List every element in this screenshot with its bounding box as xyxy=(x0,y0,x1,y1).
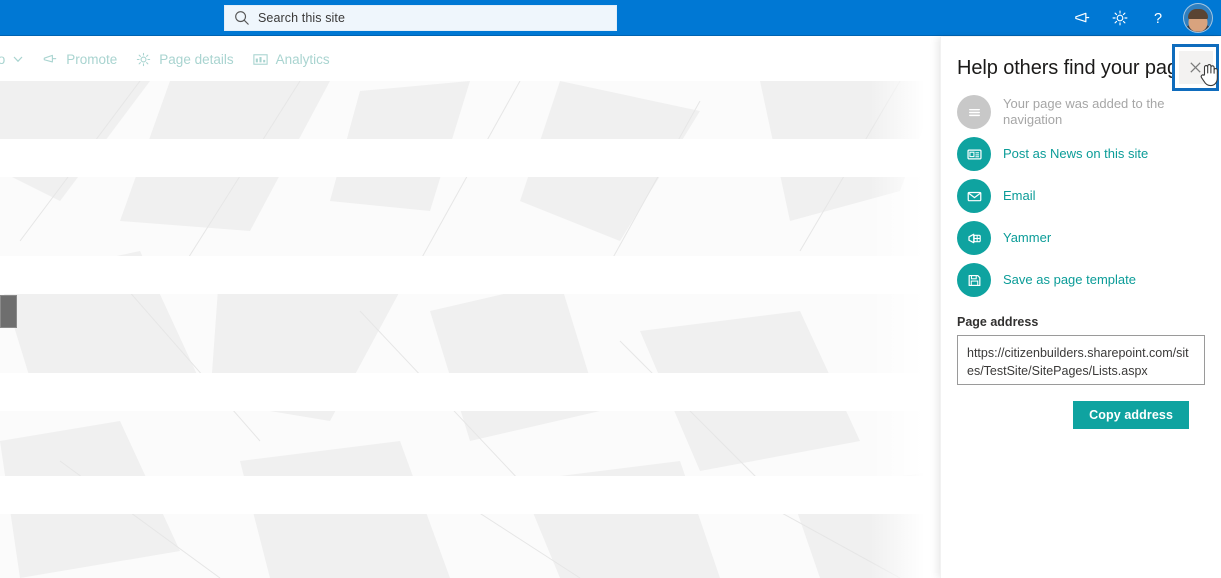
avatar-hair xyxy=(1188,9,1208,20)
share-option-yammer[interactable]: Yammer xyxy=(957,217,1205,259)
share-option-email[interactable]: Email xyxy=(957,175,1205,217)
hamburger-icon xyxy=(957,95,991,129)
share-option-post-as-news-label: Post as News on this site xyxy=(1003,146,1149,161)
svg-text:?: ? xyxy=(1154,11,1162,27)
command-move-to-label: to xyxy=(0,51,6,67)
page-address-field[interactable]: https://citizenbuilders.sharepoint.com/s… xyxy=(957,335,1205,385)
share-options-list: Your page was added to the navigation Po… xyxy=(941,91,1221,301)
share-option-post-as-news[interactable]: Post as News on this site xyxy=(957,133,1205,175)
suite-actions: ? xyxy=(1063,0,1217,36)
web-part-chip-top[interactable] xyxy=(0,295,17,328)
copy-address-button[interactable]: Copy address xyxy=(1073,401,1189,429)
command-analytics[interactable]: Analytics xyxy=(243,37,339,81)
search-placeholder: Search this site xyxy=(258,11,346,25)
help-others-find-your-page-panel: Help others find your page Your page was… xyxy=(940,37,1221,578)
gear-icon[interactable] xyxy=(1101,0,1139,36)
panel-title: Help others find your page xyxy=(957,57,1189,79)
search-input[interactable]: Search this site xyxy=(224,5,617,31)
content-band xyxy=(0,476,940,514)
news-icon xyxy=(957,137,991,171)
suite-bar: Search this site ? xyxy=(0,0,1221,36)
avatar[interactable] xyxy=(1183,3,1213,33)
command-promote[interactable]: Promote xyxy=(33,37,126,81)
close-icon xyxy=(1188,60,1203,75)
share-option-save-as-template[interactable]: Save as page template xyxy=(957,259,1205,301)
command-move-to[interactable]: to xyxy=(0,37,33,81)
analytics-icon xyxy=(252,51,269,68)
search-icon xyxy=(233,9,251,27)
command-promote-label: Promote xyxy=(66,51,118,67)
command-page-details-label: Page details xyxy=(159,51,234,67)
share-option-navigation-status: Your page was added to the navigation xyxy=(957,91,1205,133)
help-icon[interactable]: ? xyxy=(1139,0,1177,36)
copy-address-row: Copy address xyxy=(957,385,1205,429)
page-canvas: s xyxy=(0,81,940,578)
envelope-icon xyxy=(957,179,991,213)
save-disk-icon xyxy=(957,263,991,297)
yammer-megaphone-icon xyxy=(957,221,991,255)
command-page-details[interactable]: Page details xyxy=(126,37,242,81)
gear-icon xyxy=(135,51,152,68)
chevron-down-icon xyxy=(12,53,24,65)
share-option-navigation-status-label: Your page was added to the navigation xyxy=(1003,96,1165,127)
close-button-focus-ring xyxy=(1172,44,1219,91)
share-option-email-label: Email xyxy=(1003,188,1036,203)
close-panel-button[interactable] xyxy=(1178,51,1213,84)
content-band xyxy=(0,139,940,177)
share-option-yammer-label: Yammer xyxy=(1003,230,1052,245)
content-band xyxy=(0,256,940,294)
promote-icon xyxy=(42,51,59,68)
canvas-edge-fade xyxy=(870,81,940,578)
command-bar: to Promote xyxy=(0,37,940,81)
share-option-save-as-template-label: Save as page template xyxy=(1003,272,1136,287)
page-address-label: Page address xyxy=(957,315,1039,329)
content-band xyxy=(0,373,940,411)
page-address-section: Page address https://citizenbuilders.sha… xyxy=(941,301,1221,429)
command-analytics-label: Analytics xyxy=(275,51,330,67)
feedback-icon[interactable] xyxy=(1063,0,1101,36)
